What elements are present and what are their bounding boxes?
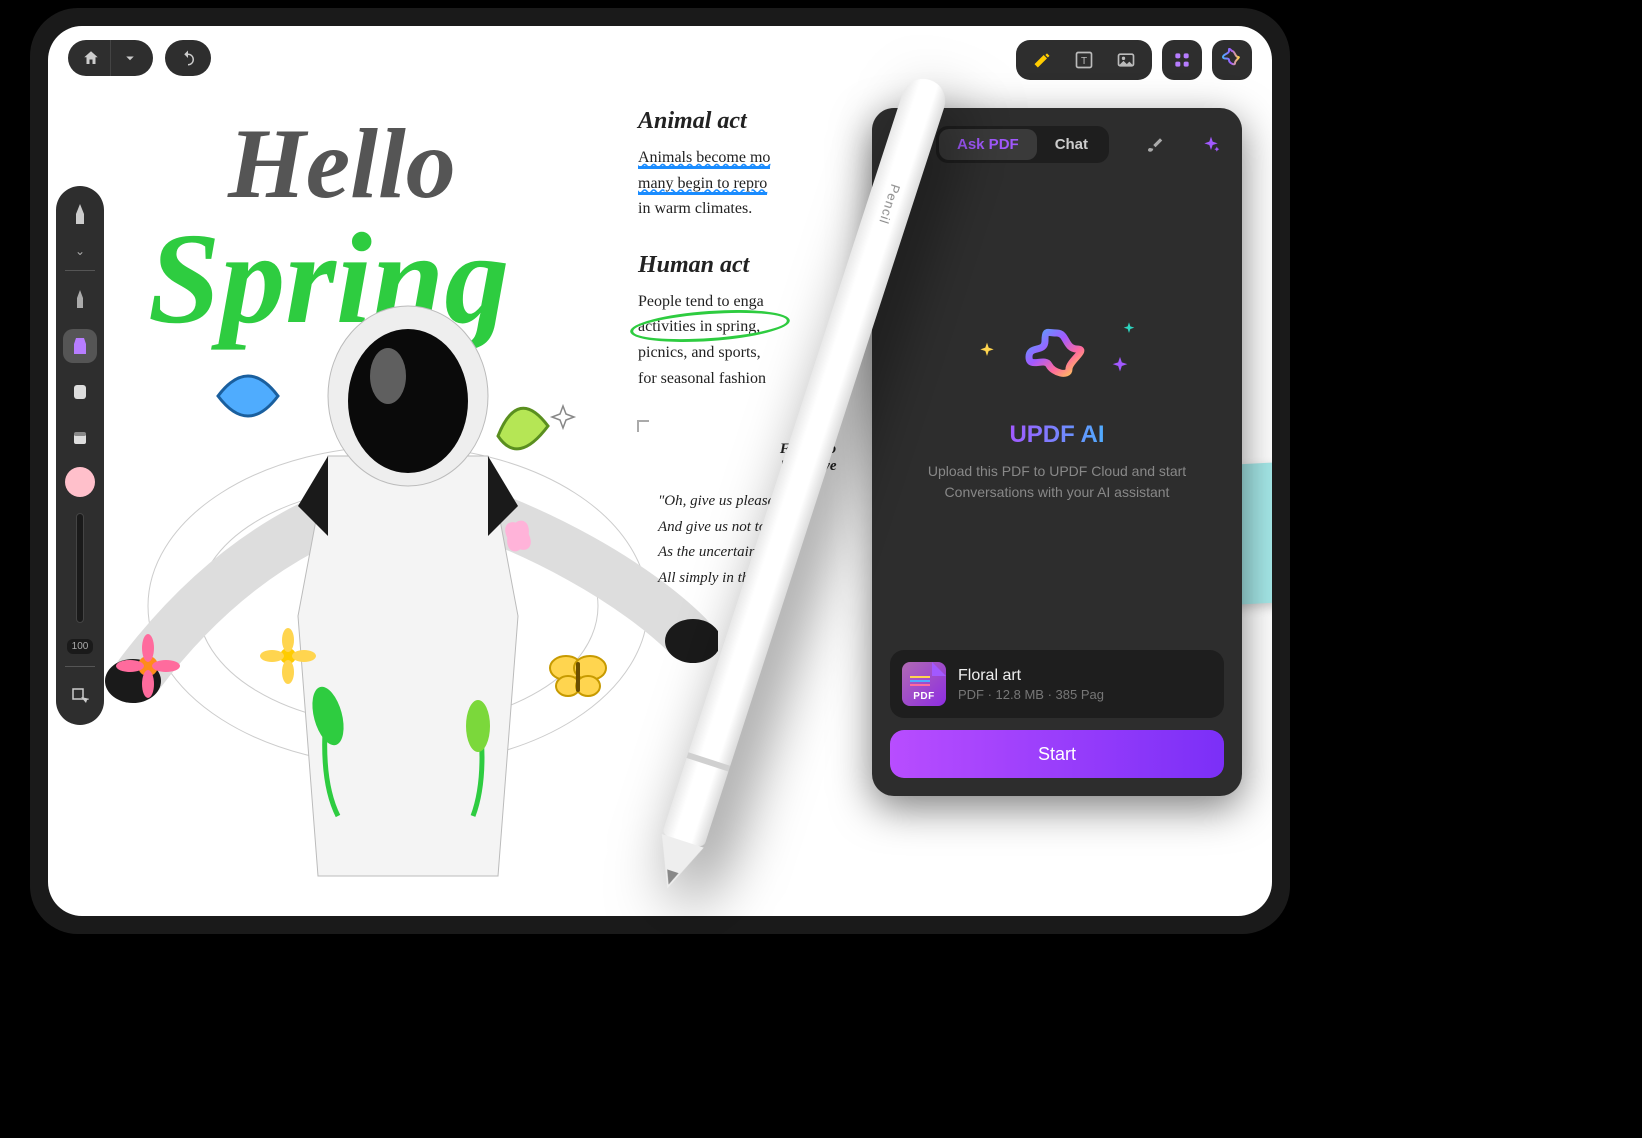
grid-icon [1172,50,1192,70]
pdf-file-icon: PDF [902,662,946,706]
sparkle-icon [1109,355,1131,377]
pen-icon [71,204,89,226]
text-tool[interactable]: T [1072,48,1096,72]
thickness-value: 100 [67,639,94,654]
divider [65,270,95,271]
expand-tools-button[interactable]: ⌄ [75,244,85,258]
eraser-tool-2[interactable] [63,421,97,455]
highlighter-icon [1032,50,1052,70]
pen-tool-2[interactable] [63,283,97,317]
topbar-left [68,40,211,76]
brush-button[interactable] [1141,132,1167,158]
file-details: PDF · 12.8 MB · 385 Pag [958,687,1104,702]
undo-button[interactable] [165,40,211,76]
highlighter-tool[interactable] [1030,48,1054,72]
ai-title: UPDF AI [1009,421,1104,449]
marker-tool[interactable] [63,329,97,363]
sparkle-icon [977,341,997,361]
circle-annotation [629,305,791,346]
marker-icon [72,336,88,356]
ai-panel-body: UPDF AI Upload this PDF to UPDF Cloud an… [890,163,1224,650]
undo-icon [179,49,197,67]
tab-ask-pdf[interactable]: Ask PDF [939,129,1037,160]
file-meta: Floral art PDF · 12.8 MB · 385 Pag [958,667,1104,702]
color-swatch[interactable] [65,467,95,497]
thickness-slider[interactable] [76,513,84,623]
ai-panel: Ask PDF Chat [872,108,1242,796]
chevron-down-icon [121,49,139,67]
side-toolbar: ⌄ 100 [56,186,104,725]
topbar-right: T [1016,40,1252,80]
eraser-icon [72,383,88,401]
pen-icon [73,290,87,310]
sparkle-icon [1121,321,1137,337]
eraser-tool[interactable] [63,375,97,409]
ai-tabs: Ask PDF Chat [936,126,1109,163]
file-card[interactable]: PDF Floral art PDF · 12.8 MB · 385 Pag [890,650,1224,718]
home-dropdown-button[interactable] [110,40,153,76]
updf-logo-icon [1025,325,1089,389]
home-button[interactable] [68,40,110,76]
image-icon [1116,50,1136,70]
underlined-text: many begin to repro [638,175,767,195]
home-icon [82,49,100,67]
astronaut-illustration [78,276,718,896]
brush-icon [1145,136,1163,154]
eraser-icon [72,430,88,446]
text-icon: T [1074,50,1094,70]
underlined-text: Animals become mo [638,149,770,169]
image-tool[interactable] [1114,48,1138,72]
divider [65,666,95,667]
ai-subtitle: Upload this PDF to UPDF Cloud and start … [928,461,1186,503]
file-name: Floral art [958,667,1104,685]
pencil-brand-label: Pencil [876,182,903,226]
tap-icon [71,687,89,705]
tab-chat[interactable]: Chat [1037,129,1106,160]
start-button[interactable]: Start [890,730,1224,778]
tablet-frame: T ⌄ [30,8,1290,934]
annotation-tools: T [1016,40,1152,80]
sparkle-button[interactable] [1198,132,1224,158]
svg-text:T: T [1081,56,1087,67]
updf-ai-icon [1220,48,1244,72]
apps-button[interactable] [1162,40,1202,80]
pen-tool[interactable] [63,198,97,232]
sparkle-icon [1201,135,1221,155]
screen: T ⌄ [48,26,1272,916]
ai-button[interactable] [1212,40,1252,80]
tap-tool[interactable] [63,679,97,713]
